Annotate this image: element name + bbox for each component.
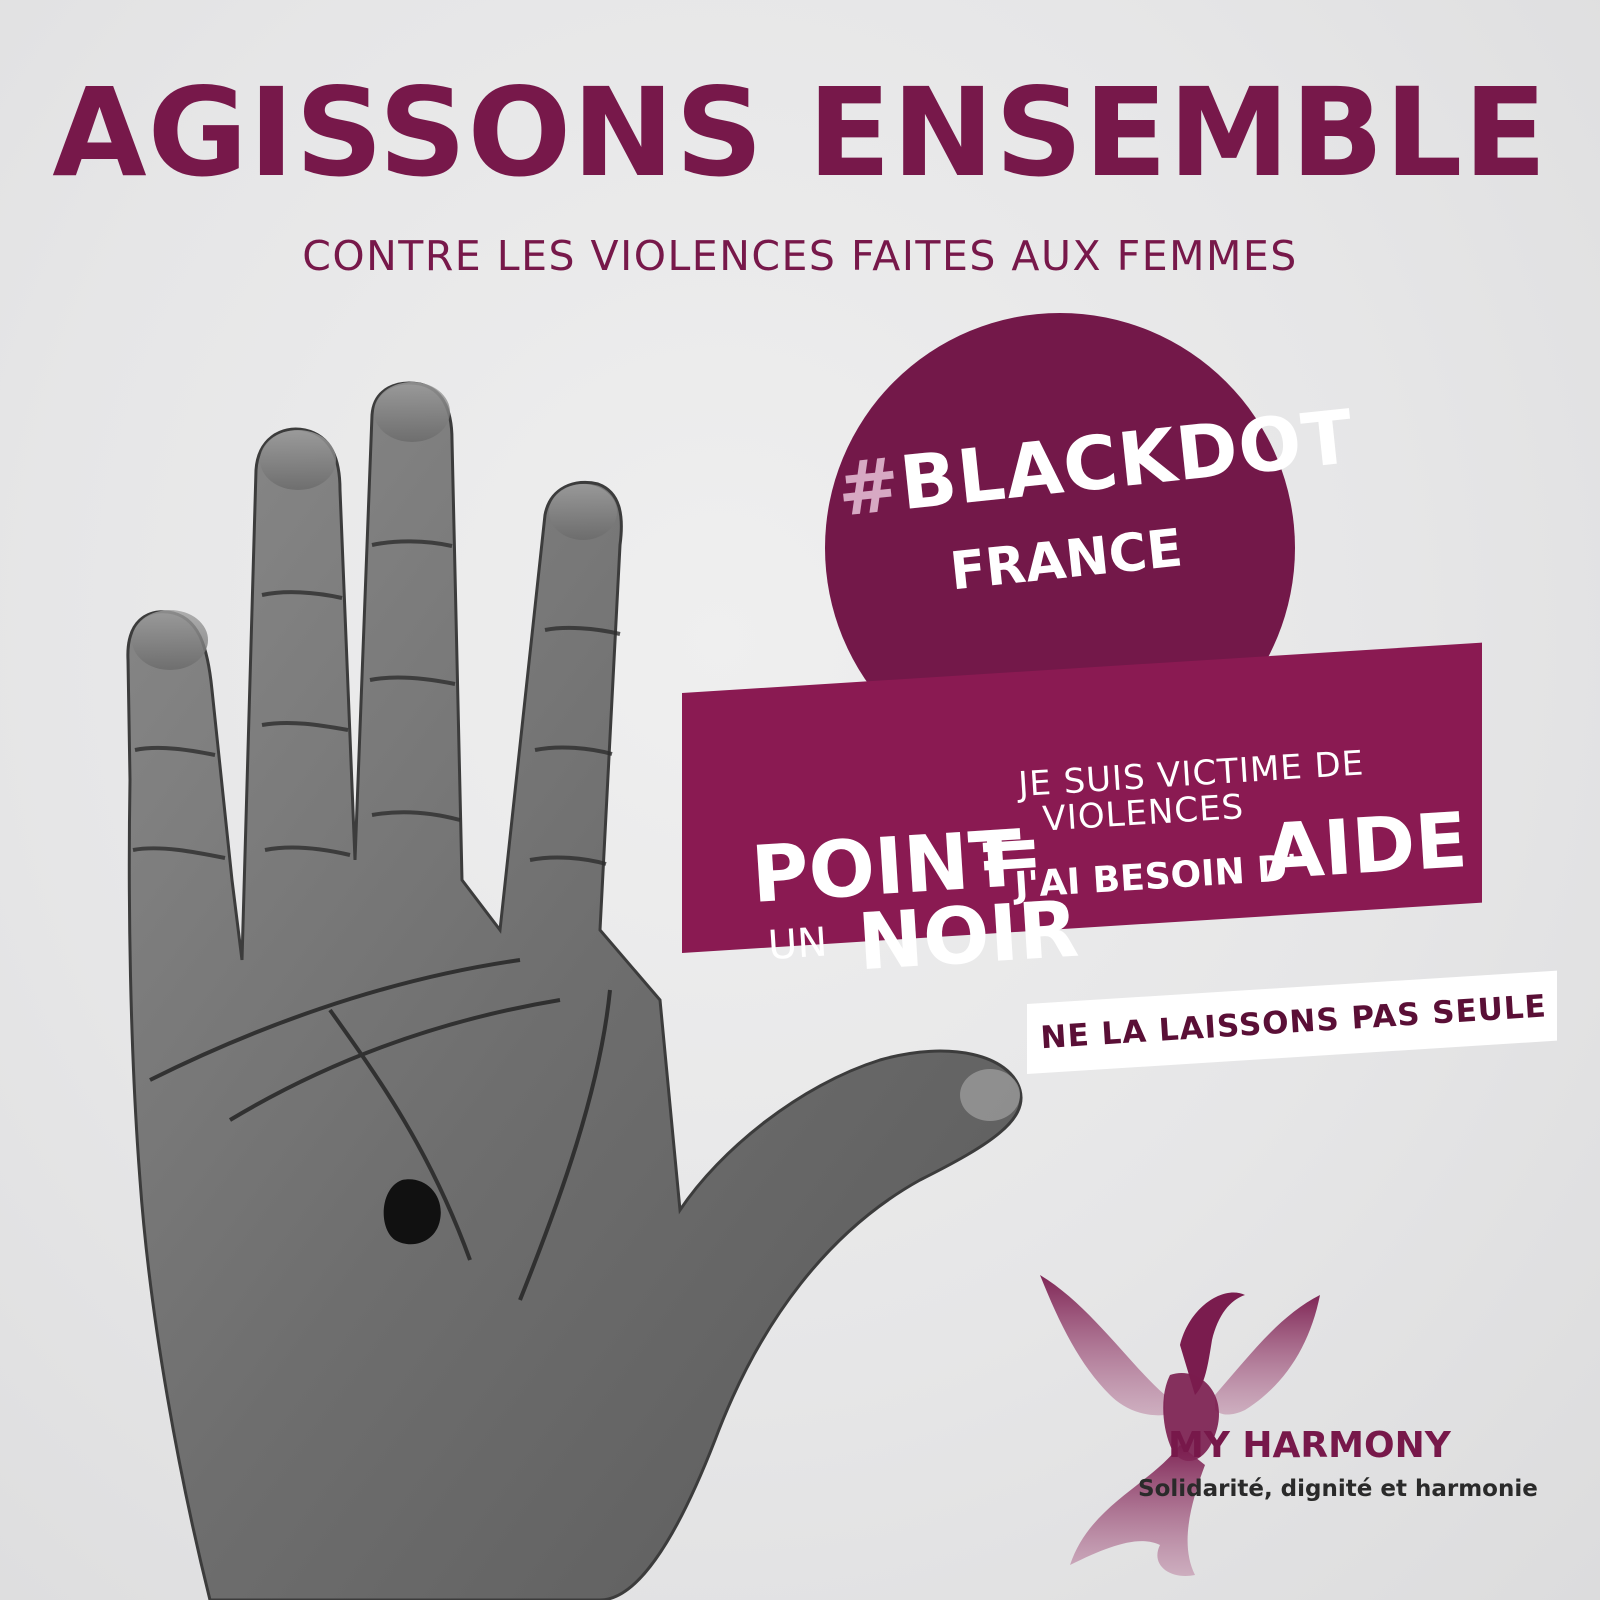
brand-tagline: Solidarité, dignité et harmonie — [1138, 1476, 1538, 1502]
meaning-line-2: VIOLENCES — [1041, 786, 1246, 840]
hash-symbol: # — [833, 441, 905, 534]
un-word: UN — [766, 919, 829, 970]
hashtag-word: BLACKDOT — [895, 393, 1358, 528]
meaning-line-3: J'AI BESOIN D' — [1013, 847, 1300, 907]
aide-word: AIDE — [1262, 795, 1470, 897]
phoenix-logo-icon — [1040, 1275, 1320, 1576]
subheadline: CONTRE LES VIOLENCES FAITES AUX FEMMES — [302, 232, 1298, 280]
headline: AGISSONS ENSEMBLE — [52, 62, 1548, 204]
hashtag-label: #BLACKDOT — [833, 394, 1357, 534]
brand-name: MY HARMONY — [1168, 1425, 1451, 1466]
